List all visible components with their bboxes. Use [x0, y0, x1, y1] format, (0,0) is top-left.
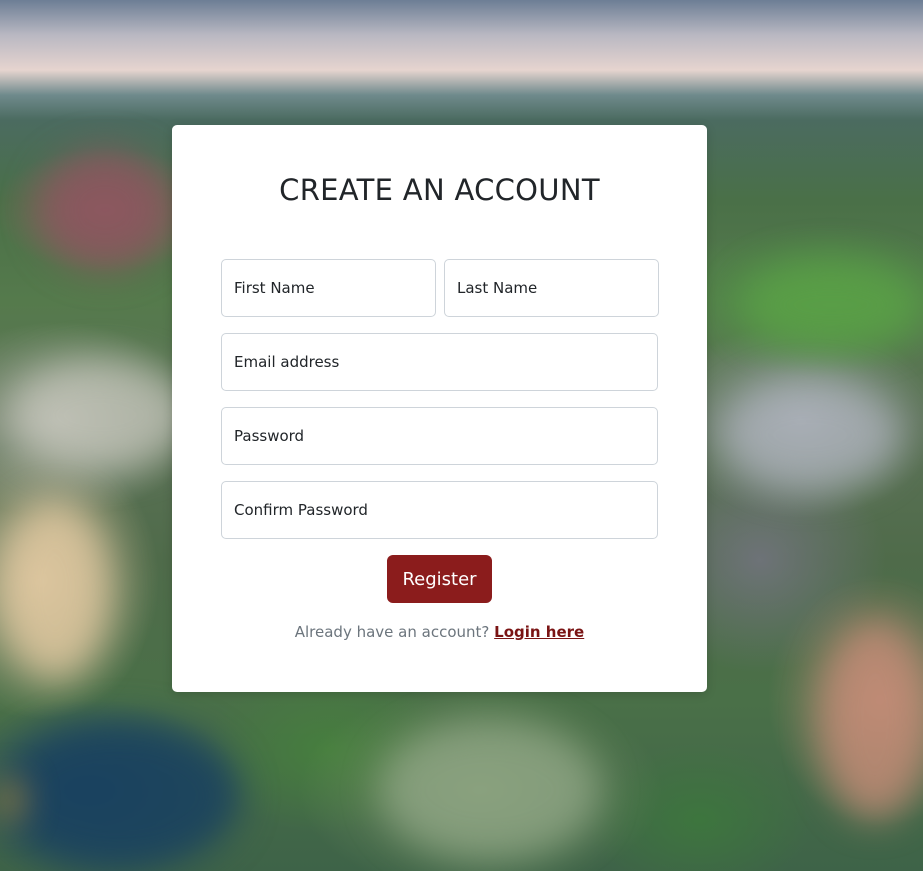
login-prompt-text: Already have an account?	[294, 623, 490, 641]
page-title: CREATE AN ACCOUNT	[279, 173, 600, 207]
email-field[interactable]	[221, 333, 658, 391]
last-name-field[interactable]	[444, 259, 659, 317]
register-button[interactable]: Register	[387, 555, 492, 603]
login-link[interactable]: Login here	[494, 623, 584, 641]
login-prompt-line: Already have an account? Login here	[172, 623, 707, 641]
password-field[interactable]	[221, 407, 658, 465]
confirm-password-field[interactable]	[221, 481, 658, 539]
register-card: CREATE AN ACCOUNT Register Already have …	[172, 125, 707, 692]
first-name-field[interactable]	[221, 259, 436, 317]
